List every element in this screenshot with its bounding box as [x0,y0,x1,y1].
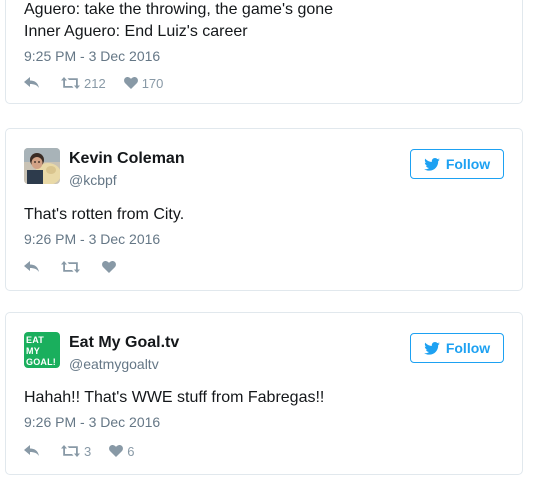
retweet-button[interactable]: 3 [61,444,91,459]
like-button[interactable]: 170 [123,75,164,91]
heart-icon [123,77,138,89]
display-name[interactable]: Eat My Goal.tv [69,334,179,352]
avatar[interactable] [24,148,60,184]
tweet-timestamp[interactable]: 9:26 PM - 3 Dec 2016 [24,413,160,431]
retweet-count: 3 [84,443,92,459]
heart-icon [109,445,124,457]
follow-button[interactable]: Follow [410,149,504,179]
tweet-actions: 3 6 [24,441,134,461]
follow-label: Follow [445,156,491,172]
tweet-timestamp[interactable]: 9:25 PM - 3 Dec 2016 [24,47,160,65]
retweet-count: 212 [84,75,106,91]
tweet-text-line: Aguero: take the throwing, the game's go… [24,1,334,18]
logo-text-line: MY [26,346,40,356]
tweet-text-line: Inner Aguero: End Luiz's career [24,23,248,40]
twitter-bird-icon [424,341,440,355]
retweet-button[interactable]: 212 [61,76,106,91]
retweet-button[interactable] [61,261,84,273]
tweet-card: Kevin Coleman @kcbpf Follow That's rotte… [5,128,523,291]
like-button[interactable] [102,261,120,273]
retweet-icon [61,445,80,457]
user-handle[interactable]: @kcbpf [69,172,117,188]
heart-icon [102,261,116,273]
avatar[interactable]: EAT MY GOAL! [24,332,60,368]
retweet-icon [61,77,80,89]
logo-text-line: GOAL! [26,357,56,367]
reply-button[interactable] [24,261,40,273]
tweet-actions [24,257,120,277]
like-count: 170 [141,75,164,91]
twitter-bird-icon [424,157,440,171]
user-handle[interactable]: @eatmygoaltv [69,356,159,372]
reply-icon [24,445,39,456]
follow-button[interactable]: Follow [410,333,504,363]
tweet-text: That's rotten from City. [24,206,185,223]
tweet-card: EAT MY GOAL! Eat My Goal.tv @eatmygoaltv… [5,312,523,475]
reply-button[interactable] [24,445,40,457]
tweet-timestamp[interactable]: 9:26 PM - 3 Dec 2016 [24,230,160,248]
reply-icon [24,261,39,272]
reply-icon [24,77,39,88]
retweet-icon [61,261,80,273]
like-button[interactable]: 6 [109,444,134,459]
display-name[interactable]: Kevin Coleman [69,150,185,168]
tweet-text: Hahah!! That's WWE stuff from Fabregas!! [24,389,325,406]
eatmygoal-logo: EAT MY GOAL! [24,332,60,368]
tweet-actions: 212 170 [24,73,163,93]
follow-label: Follow [445,340,491,356]
logo-text-line: EAT [26,335,44,345]
reply-button[interactable] [24,77,40,89]
like-count: 6 [127,443,135,459]
tweet-card: Aguero: take the throwing, the game's go… [5,0,523,104]
